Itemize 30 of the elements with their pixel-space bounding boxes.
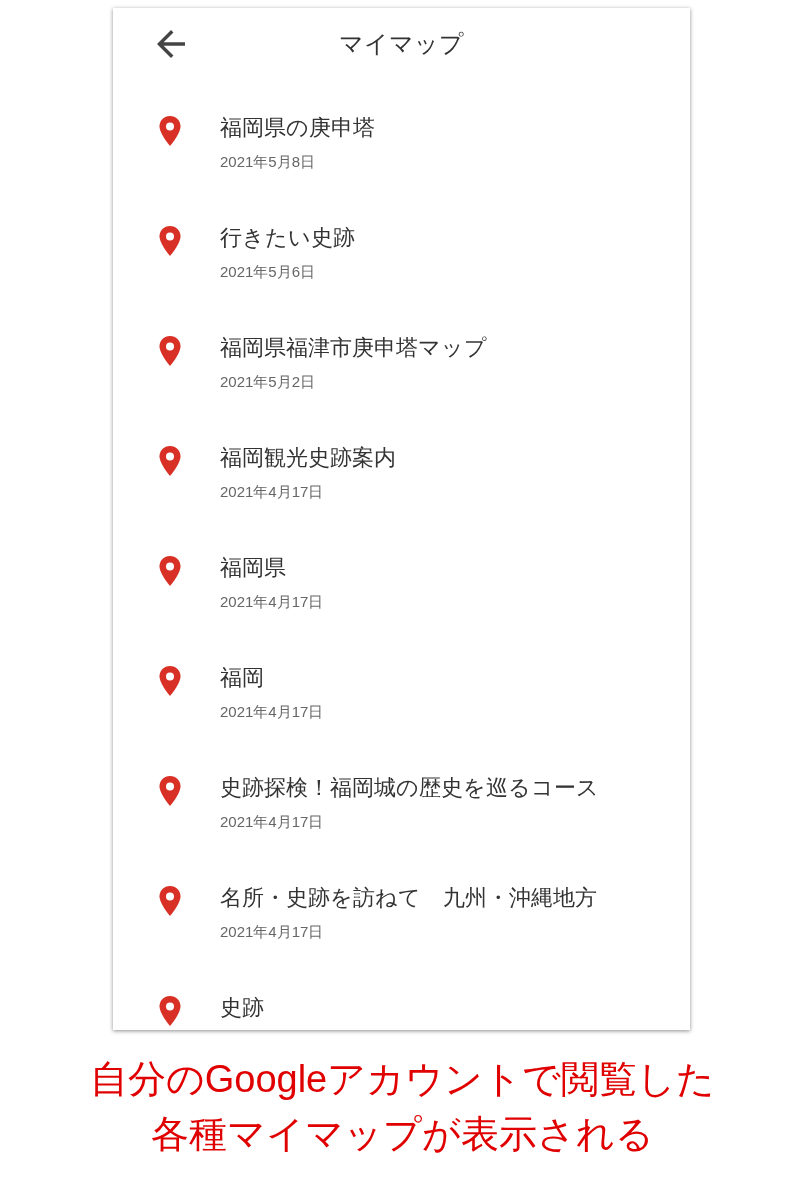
caption-text: 各種マイマップが表示される (151, 1112, 654, 1157)
map-pin-icon (158, 445, 182, 477)
map-pin-icon (158, 775, 182, 807)
map-title[interactable]: 福岡県の庚申塔 (220, 113, 375, 143)
map-title[interactable]: 名所・史跡を訪ねて 九州・沖縄地方 (220, 883, 597, 913)
map-pin-icon (158, 225, 182, 257)
map-title[interactable]: 福岡観光史跡案内 (220, 443, 396, 473)
map-date: 2021年4月17日 (220, 592, 324, 612)
map-title[interactable]: 福岡 (220, 663, 264, 693)
map-title[interactable]: 史跡探検！福岡城の歴史を巡るコース (220, 773, 599, 803)
map-date: 2021年4月17日 (220, 482, 324, 502)
map-date: 2021年4月17日 (220, 812, 324, 832)
map-pin-icon (158, 115, 182, 147)
map-pin-icon (158, 665, 182, 697)
map-title[interactable]: 福岡県 (220, 553, 286, 583)
map-date: 2021年5月8日 (220, 152, 316, 172)
map-title[interactable]: 史跡 (220, 993, 264, 1023)
map-date: 2021年5月2日 (220, 372, 316, 392)
caption-text: 自分のGoogleアカウントで閲覧した (89, 1057, 716, 1102)
map-title[interactable]: 行きたい史跡 (220, 223, 355, 253)
map-pin-icon (158, 995, 182, 1027)
map-date: 2021年5月6日 (220, 262, 316, 282)
map-title[interactable]: 福岡県福津市庚申塔マップ (220, 333, 487, 363)
map-date: 2021年4月17日 (220, 922, 324, 942)
map-date: 2021年4月17日 (220, 702, 324, 722)
map-pin-icon (158, 555, 182, 587)
map-pin-icon (158, 335, 182, 367)
screen-title: マイマップ (339, 30, 464, 57)
back-icon[interactable] (157, 30, 185, 58)
map-pin-icon (158, 885, 182, 917)
